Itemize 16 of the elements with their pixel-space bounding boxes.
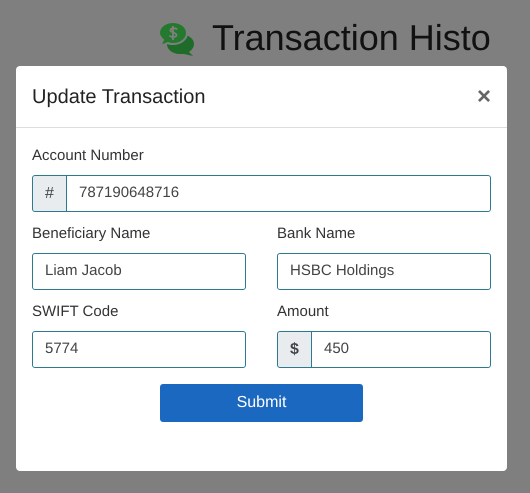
- field-label: Account Number: [32, 146, 145, 166]
- input-prefix: $: [277, 331, 312, 368]
- input-field[interactable]: HSBC Holdings: [277, 253, 491, 290]
- input-field[interactable]: 5774: [32, 331, 246, 368]
- page-title: Transaction Histo: [212, 20, 491, 56]
- modal-title: Update Transaction: [32, 84, 206, 110]
- input-prefix: #: [32, 175, 67, 212]
- close-button[interactable]: ×: [476, 84, 491, 108]
- input-field[interactable]: Liam Jacob: [32, 253, 246, 290]
- input-field[interactable]: 450: [312, 331, 491, 368]
- field-label: Bank Name: [277, 224, 356, 244]
- submit-button[interactable]: Submit: [160, 384, 363, 422]
- field-label: Beneficiary Name: [32, 224, 152, 244]
- input-field[interactable]: 787190648716: [67, 175, 491, 212]
- field-label: Amount: [277, 302, 330, 322]
- field-label: SWIFT Code: [32, 302, 120, 322]
